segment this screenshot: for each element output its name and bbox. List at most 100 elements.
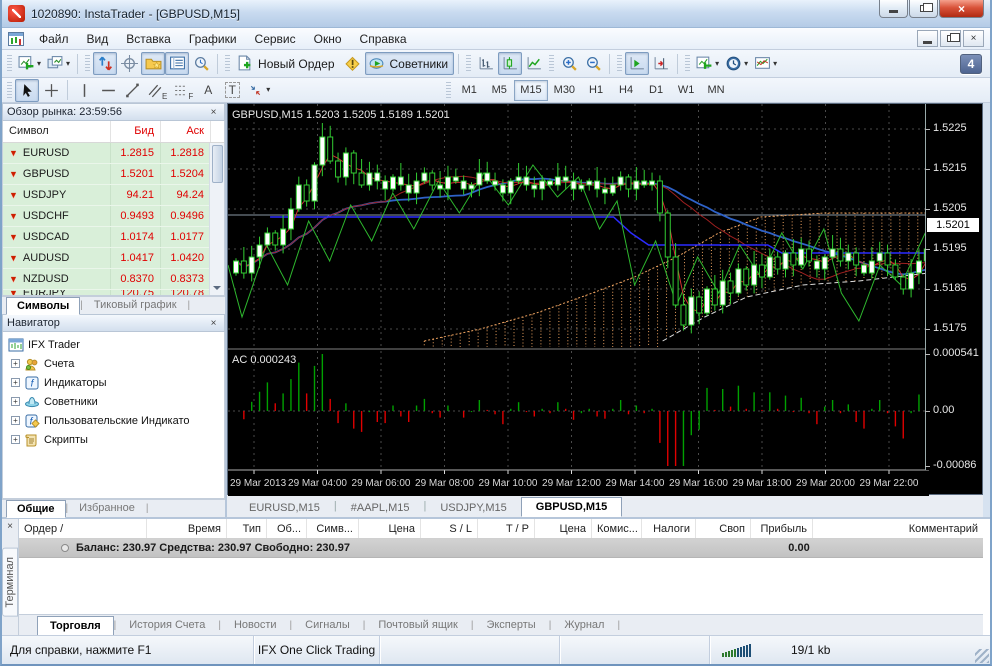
scrollbar-thumb[interactable] (212, 145, 223, 183)
terminal-close-icon[interactable]: × (7, 519, 13, 534)
price-scale[interactable]: 1.5225 1.5215 1.5205 1.5195 1.5185 1.5175 0.00… (924, 104, 982, 471)
chart-window[interactable]: GBPUSD,M15 1.5203 1.5205 1.5189 1.5201 AC… (227, 103, 983, 496)
navigator-item-experts[interactable]: + Советники (5, 392, 222, 411)
menu-Справка[interactable]: Справка (351, 29, 416, 49)
terminal-side-tab[interactable]: Терминал (2, 548, 18, 617)
market-watch-tab-1[interactable]: Символы (6, 297, 81, 315)
terminal-tab-4[interactable]: Сигналы (292, 615, 363, 635)
terminal-column-4[interactable]: Об... (267, 519, 307, 538)
scroll-down-icon[interactable] (213, 286, 221, 294)
terminal-column-12[interactable]: Своп (696, 519, 751, 538)
terminal-column-3[interactable]: Тип (227, 519, 267, 538)
arrows-tool-button[interactable]: ▾ (244, 79, 273, 102)
chart-window-icon[interactable] (8, 31, 24, 46)
profiles-button[interactable]: ▾ (44, 52, 73, 75)
important-button[interactable] (341, 52, 365, 75)
symbol-row-usdchf[interactable]: ▼ USDCHF 0.9493 0.9496 (3, 206, 224, 227)
navigator-root-item[interactable]: IFX Trader (5, 335, 222, 354)
symbol-row-audusd[interactable]: ▼ AUDUSD 1.0417 1.0420 (3, 248, 224, 269)
notification-badge[interactable]: 4 (960, 53, 982, 74)
balance-row[interactable]: Баланс: 230.97 Средства: 230.97 Свободно… (19, 539, 983, 558)
terminal-tab-7[interactable]: Журнал (551, 615, 617, 635)
timeframe-d1[interactable]: D1 (641, 80, 671, 101)
navigator-item-accounts[interactable]: + Счета (5, 354, 222, 373)
candlestick-chart-button[interactable] (498, 52, 523, 75)
terminal-tab-6[interactable]: Эксперты (473, 615, 548, 635)
symbol-row-eurjpy[interactable]: ▼ EURJPY 120.75120.78 (3, 290, 224, 295)
navigator-tab-2[interactable]: Избранное (68, 499, 146, 517)
mdi-close-button[interactable]: × (963, 30, 984, 47)
chart-shift-button[interactable] (649, 52, 673, 75)
timeframe-mn[interactable]: MN (701, 80, 731, 101)
navigator-item-indicators[interactable]: + f Индикаторы (5, 373, 222, 392)
column-header-bid[interactable]: Бид (111, 121, 161, 142)
chart-canvas[interactable]: GBPUSD,M15 1.5203 1.5205 1.5189 1.5201 AC… (227, 104, 970, 496)
terminal-column-10[interactable]: Комис... (592, 519, 642, 538)
tree-expand-icon[interactable]: + (11, 378, 20, 387)
templates-button[interactable]: ▾ (751, 52, 780, 75)
bar-chart-button[interactable] (474, 52, 498, 75)
navigator-close-icon[interactable]: × (207, 318, 220, 329)
toolbar-grip[interactable] (7, 54, 12, 73)
market-watch-scrollbar[interactable] (209, 143, 224, 295)
new-chart-button[interactable]: ▾ (15, 52, 44, 75)
timeframe-w1[interactable]: W1 (671, 80, 701, 101)
navigator-button[interactable] (141, 52, 166, 75)
toolbar-grip[interactable] (685, 54, 691, 73)
menu-Вставка[interactable]: Вставка (117, 29, 180, 49)
crosshair-tool-button[interactable] (39, 79, 63, 102)
zoom-in-button[interactable] (557, 52, 581, 75)
timeframe-h1[interactable]: H1 (581, 80, 611, 101)
terminal-column-5[interactable]: Симв... (307, 519, 359, 538)
chart-tab-3[interactable]: USDJPY,M15 (426, 499, 520, 517)
mdi-restore-button[interactable] (940, 30, 961, 47)
market-watch-tab-2[interactable]: Тиковый график (83, 296, 188, 314)
mdi-minimize-button[interactable] (917, 30, 938, 47)
toolbar-grip[interactable] (617, 54, 623, 73)
tree-expand-icon[interactable]: + (11, 397, 20, 406)
navigator-item-scripts[interactable]: + Скрипты (5, 430, 222, 449)
terminal-column-11[interactable]: Налоги (642, 519, 696, 538)
terminal-column-6[interactable]: Цена (359, 519, 421, 538)
menu-Графики[interactable]: Графики (180, 29, 246, 49)
terminal-tab-2[interactable]: История Счета (116, 615, 218, 635)
timeframe-m5[interactable]: M5 (484, 80, 514, 101)
vertical-line-tool-button[interactable] (72, 79, 96, 102)
close-button[interactable]: × (939, 0, 984, 18)
terminal-column-13[interactable]: Прибыль (751, 519, 813, 538)
line-chart-button[interactable] (522, 52, 546, 75)
expert-advisors-button[interactable]: Советники (364, 52, 455, 75)
column-header-ask[interactable]: Аск (161, 121, 211, 142)
tree-expand-icon[interactable]: + (11, 416, 20, 425)
toolbar-grip[interactable] (549, 54, 555, 73)
timeframe-m1[interactable]: M1 (454, 80, 484, 101)
terminal-tab-5[interactable]: Почтовый ящик (365, 615, 470, 635)
minimize-button[interactable] (879, 0, 908, 18)
text-tool-button[interactable]: A (196, 79, 220, 102)
navigator-tab-1[interactable]: Общие (6, 500, 66, 518)
terminal-tab-3[interactable]: Новости (221, 615, 290, 635)
symbol-row-gbpusd[interactable]: ▼ GBPUSD 1.5201 1.5204 (3, 164, 224, 185)
market-watch-button[interactable] (93, 52, 118, 75)
chart-tab-4[interactable]: GBPUSD,M15 (520, 497, 623, 517)
new-order-button[interactable]: Новый Ордер (233, 52, 340, 75)
timeframe-h4[interactable]: H4 (611, 80, 641, 101)
tree-expand-icon[interactable]: + (11, 435, 20, 444)
tree-expand-icon[interactable]: + (11, 359, 20, 368)
timeframe-m15[interactable]: M15 (514, 79, 548, 101)
chart-tab-2[interactable]: #AAPL,M15 (337, 499, 424, 517)
terminal-column-14[interactable]: Комментарий (813, 519, 983, 538)
terminal-column-7[interactable]: S / L (421, 519, 478, 538)
symbol-row-usdcad[interactable]: ▼ USDCAD 1.0174 1.0177 (3, 227, 224, 248)
market-watch-close-icon[interactable]: × (207, 107, 220, 118)
indicators-button[interactable]: ▾ (693, 52, 722, 75)
periods-button[interactable]: ▾ (722, 52, 751, 75)
symbol-row-nzdusd[interactable]: ▼ NZDUSD 0.8370 0.8373 (3, 269, 224, 290)
zoom-out-button[interactable] (581, 52, 605, 75)
toolbar-grip[interactable] (446, 82, 452, 98)
auto-scroll-button[interactable] (625, 52, 650, 75)
equidistant-channel-tool-button[interactable]: E (144, 79, 170, 102)
terminal-column-9[interactable]: Цена (535, 519, 592, 538)
timeframe-m30[interactable]: M30 (548, 80, 581, 101)
trendline-tool-button[interactable] (120, 79, 144, 102)
